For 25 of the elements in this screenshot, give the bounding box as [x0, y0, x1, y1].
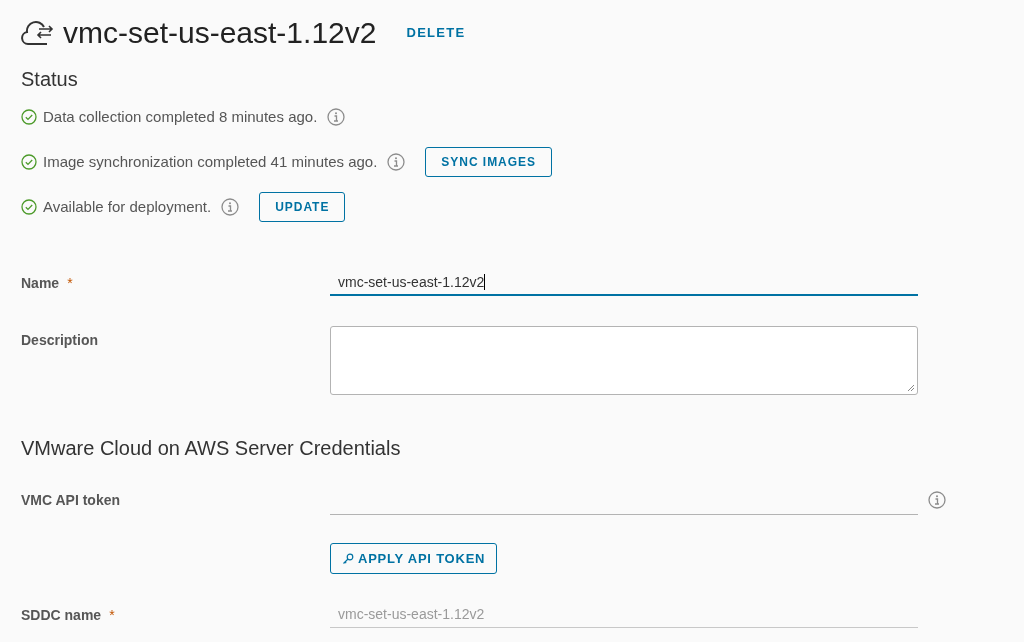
- required-mark: *: [67, 273, 73, 293]
- status-text: Image synchronization completed 41 minutes ago.: [43, 151, 378, 172]
- info-icon[interactable]: [387, 153, 406, 171]
- info-icon[interactable]: [327, 108, 346, 126]
- cloud-arrows-icon: [21, 20, 55, 46]
- apply-token-button[interactable]: APPLY API TOKEN: [330, 543, 498, 574]
- delete-link[interactable]: DELETE: [406, 23, 466, 43]
- field-label: SDDC name: [21, 605, 102, 625]
- description-textarea[interactable]: [330, 326, 918, 395]
- required-mark: *: [109, 605, 115, 625]
- status-action-button[interactable]: SYNC IMAGES: [425, 147, 552, 177]
- text-input-field[interactable]: vmc-set-us-east-1.12v2: [330, 270, 918, 296]
- field-label: VMC API token: [21, 490, 121, 510]
- key-icon: [342, 552, 354, 565]
- resize-handle-icon[interactable]: [907, 384, 915, 392]
- field-label: Name: [21, 273, 60, 293]
- info-icon[interactable]: [221, 198, 240, 216]
- status-text: Available for deployment.: [43, 196, 212, 217]
- section-heading: VMware Cloud on AWS Server Credentials: [21, 436, 402, 461]
- page-title: vmc-set-us-east-1.12v2: [63, 16, 377, 50]
- status-text: Data collection completed 8 minutes ago.: [43, 106, 318, 127]
- info-icon[interactable]: [928, 491, 946, 509]
- section-heading: Status: [21, 67, 79, 92]
- field-label: Description: [21, 331, 98, 350]
- status-action-button[interactable]: UPDATE: [259, 192, 346, 222]
